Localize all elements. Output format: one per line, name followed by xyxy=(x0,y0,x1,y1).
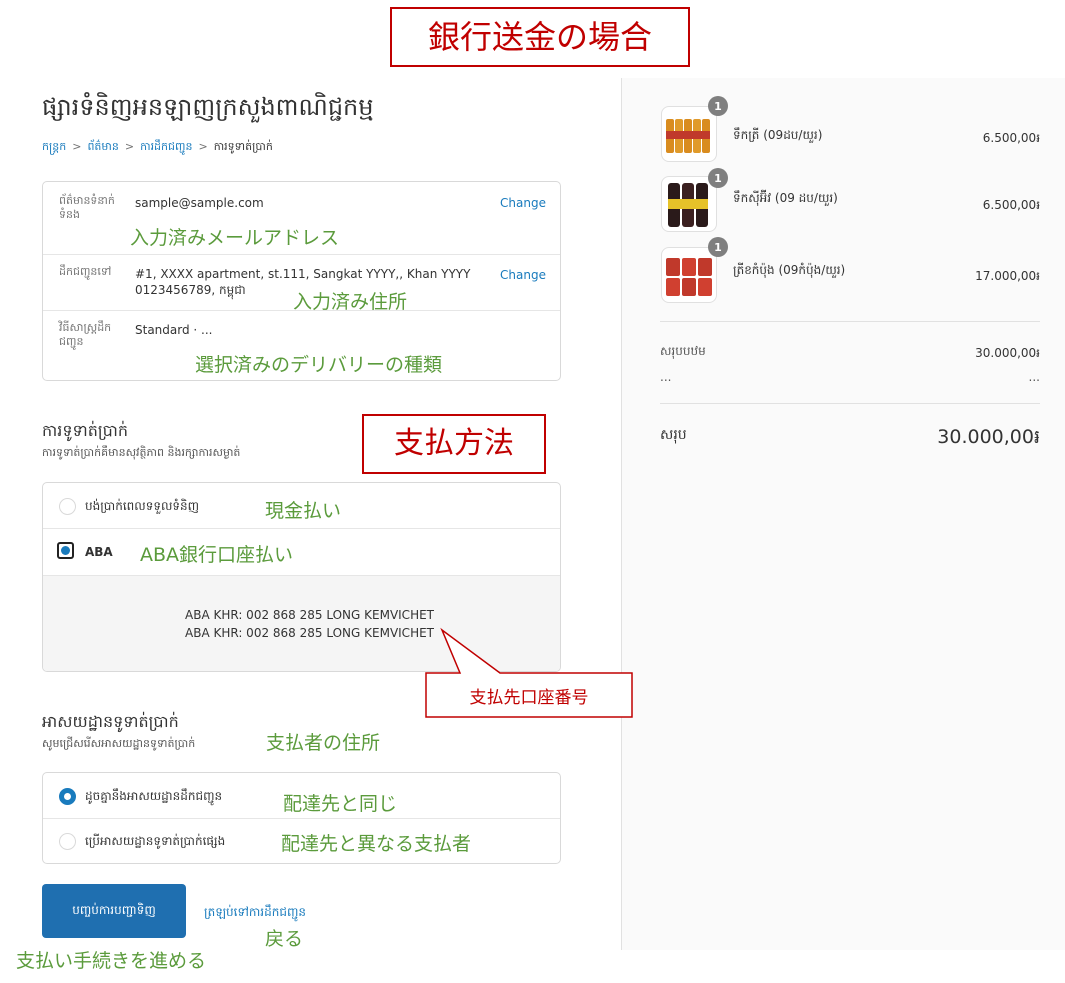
breadcrumb-payment: ការទូទាត់ប្រាក់ xyxy=(213,140,273,153)
fish-sauce-bottles-icon xyxy=(666,119,710,153)
quantity-badge: 1 xyxy=(708,237,728,257)
different-annotation: 配達先と異なる支払者 xyxy=(281,833,472,855)
product-image-fish-sauce xyxy=(661,106,717,162)
payment-option-aba[interactable]: ABA xyxy=(43,529,560,576)
aba-radio[interactable] xyxy=(57,542,74,559)
quantity-badge: 1 xyxy=(708,168,728,188)
aba-account-line2: ABA KHR: 002 868 285 LONG KEMVICHET xyxy=(185,626,434,640)
ship-to-line2: 0123456789, កម្ពុជា xyxy=(135,283,246,297)
aba-annotation: ABA銀行口座払い xyxy=(140,544,294,566)
proceed-annotation: 支払い手続きを進める xyxy=(16,950,207,972)
total-label: សរុប xyxy=(660,427,687,443)
title-annotation: 銀行送金の場合 xyxy=(390,7,690,67)
return-to-shipping-link[interactable]: ត្រឡប់ទៅការដឹកជញ្ជូន xyxy=(204,904,306,922)
subtotal-value: 30.000,00៛ xyxy=(975,346,1040,360)
cod-radio[interactable] xyxy=(59,498,76,515)
shipping-value: ... xyxy=(1028,370,1040,384)
soy-sauce-bottles-icon xyxy=(668,183,708,227)
different-address-radio[interactable] xyxy=(59,833,76,850)
cash-annotation: 現金払い xyxy=(265,500,342,522)
shipping-label: ... xyxy=(660,370,672,384)
breadcrumb: កន្ត្រក > ព័ត៌មាន > ការដឹកជញ្ជូន > ការទូទាត់ប្… xyxy=(42,140,273,156)
product-price: 6.500,00៛ xyxy=(982,198,1040,212)
same-address-label: ដូចគ្នានឹងអាសយដ្ឋានដឹកជញ្ជូន xyxy=(85,789,223,803)
breadcrumb-shipping[interactable]: ការដឹកជញ្ជូន xyxy=(140,140,192,153)
breadcrumb-separator: > xyxy=(72,140,82,153)
billing-subtitle: សូមជ្រើសរើសអាសយដ្ឋានទូទាត់ប្រាក់ xyxy=(42,737,196,750)
canned-fish-icon xyxy=(666,258,712,296)
product-price: 17.000,00៛ xyxy=(975,269,1040,283)
delivery-annotation: 選択済みのデリバリーの種類 xyxy=(195,354,443,376)
aba-label: ABA xyxy=(85,545,113,559)
payment-subtitle: ការទូទាត់ប្រាក់គឺមានសុវត្ថិភាព និងរក្សាក… xyxy=(42,446,241,459)
product-name: ត្រីខកំប៉ុង (09កំប៉ុង/យួរ) xyxy=(733,263,846,277)
divider xyxy=(660,403,1040,404)
same-address-radio[interactable] xyxy=(59,788,76,805)
account-number-annotation: 支払先口座番号 xyxy=(469,687,589,708)
email-annotation: 入力済みメールアドレス xyxy=(130,227,340,249)
divider xyxy=(660,321,1040,322)
subtotal-label: សរុបបឋម xyxy=(660,344,706,358)
breadcrumb-cart[interactable]: កន្ត្រក xyxy=(42,140,66,153)
cod-label: បង់ប្រាក់ពេលទទួលទំនិញ xyxy=(85,499,200,513)
breadcrumb-separator: > xyxy=(198,140,208,153)
contact-label: ព័ត៌មានទំនាក់ទំនង xyxy=(59,194,115,221)
product-name: ទឹកស៊ីអ៊ីវ (09 ដប/យួរ) xyxy=(733,191,838,205)
ship-to-line1: #1, XXXX apartment, st.111, Sangkat YYYY… xyxy=(135,267,471,281)
store-title: ផ្សារទំនិញអនឡាញក្រសួងពាណិជ្ជកម្ម xyxy=(42,93,374,121)
method-label: វិធីសាស្ត្រដឹកជញ្ជូន xyxy=(59,321,112,348)
back-annotation: 戻る xyxy=(265,928,304,950)
address-annotation: 入力済み住所 xyxy=(293,291,408,313)
total-value: 30.000,00៛ xyxy=(937,426,1040,448)
billing-annotation: 支払者の住所 xyxy=(266,732,381,754)
method-value: Standard · ... xyxy=(135,323,213,337)
billing-title: អាសយដ្ឋានទូទាត់ប្រាក់ xyxy=(42,712,179,731)
product-image-canned-fish xyxy=(661,247,717,303)
product-image-soy-sauce xyxy=(661,176,717,232)
same-annotation: 配達先と同じ xyxy=(283,793,398,815)
complete-order-button[interactable]: បញ្ចប់ការបញ្ជាទិញ xyxy=(42,884,186,938)
breadcrumb-separator: > xyxy=(124,140,135,153)
aba-account-line1: ABA KHR: 002 868 285 LONG KEMVICHET xyxy=(185,608,434,622)
breadcrumb-info[interactable]: ព័ត៌មាន xyxy=(87,140,118,153)
payment-method-annotation: 支払方法 xyxy=(362,414,546,474)
contact-value: sample@sample.com xyxy=(135,196,264,210)
change-contact-link[interactable]: Change xyxy=(500,196,546,210)
payment-title: ការទូទាត់ប្រាក់ xyxy=(42,421,129,440)
different-address-label: ប្រើអាសយដ្ឋានទូទាត់ប្រាក់ផ្សេង xyxy=(85,834,226,848)
product-name: ទឹកត្រី (09ដប/យួរ) xyxy=(733,128,823,142)
change-address-link[interactable]: Change xyxy=(500,268,546,282)
ship-to-label: ដឹកជញ្ជូនទៅ xyxy=(59,265,112,278)
product-price: 6.500,00៛ xyxy=(982,131,1040,145)
quantity-badge: 1 xyxy=(708,96,728,116)
